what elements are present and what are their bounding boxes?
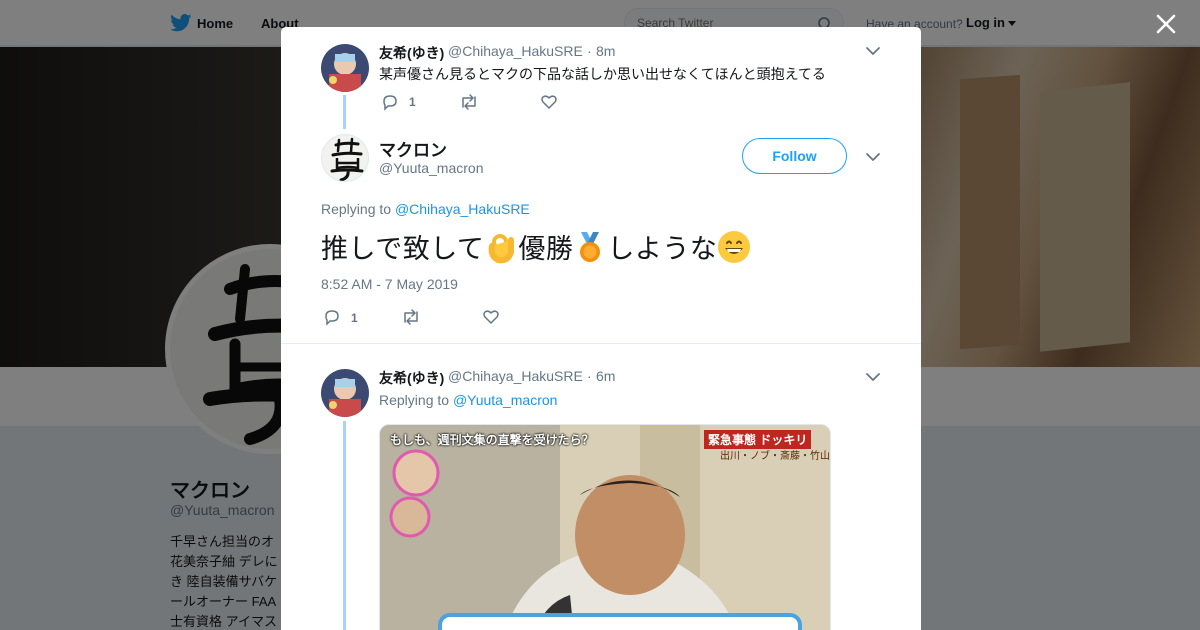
tweet-time[interactable]: 8m — [596, 43, 615, 59]
tweet-author-handle[interactable]: @Chihaya_HakuSRE — [448, 368, 583, 384]
thread-connector — [343, 421, 346, 630]
avatar[interactable] — [321, 134, 369, 182]
tweet-author-handle[interactable]: @Yuuta_macron — [379, 160, 484, 176]
tweet-text: 某声優さん見るとマクの下品な話しか思い出せなくてほんと頭抱えてる — [379, 66, 826, 82]
tweet-text-segment: しような — [607, 234, 718, 264]
replying-to-label: Replying to — [379, 392, 450, 408]
reply-count: 1 — [351, 311, 358, 325]
avatar[interactable] — [321, 369, 369, 417]
replying-to-link[interactable]: @Chihaya_HakuSRE — [395, 201, 530, 217]
tweet-media-image[interactable]: もしも、週刊文集の直撃を受けたら？ 緊急事態 ドッキリ 出川・ノブ・斎藤・竹山 — [379, 424, 831, 630]
replying-to-link[interactable]: @Yuuta_macron — [453, 392, 558, 408]
replying-to-line: Replying to @Chihaya_HakuSRE — [321, 201, 530, 217]
medal-emoji-icon — [580, 232, 601, 262]
user-avatar-image — [321, 44, 369, 92]
close-icon[interactable] — [1152, 10, 1180, 38]
avatar[interactable] — [321, 44, 369, 92]
tweet-author-name[interactable]: 友希(ゆき) — [379, 368, 444, 388]
retweet-icon[interactable] — [401, 308, 421, 326]
ok-hand-emoji-icon — [489, 234, 515, 264]
grinning-face-emoji-icon — [718, 231, 751, 263]
separator-dot: · — [587, 368, 592, 384]
retweet-icon[interactable] — [459, 93, 479, 111]
tweet-author-name[interactable]: マクロン — [379, 136, 447, 161]
calligraphy-avatar-image — [330, 137, 364, 181]
like-icon[interactable] — [482, 308, 500, 326]
chevron-down-icon[interactable] — [865, 151, 881, 163]
chevron-down-icon[interactable] — [865, 45, 881, 57]
tweet-time[interactable]: 6m — [596, 368, 615, 384]
reply-icon[interactable] — [323, 308, 341, 326]
thread-connector — [343, 95, 346, 129]
media-caption: もしも、週刊文集の直撃を受けたら？ — [390, 433, 594, 447]
like-icon[interactable] — [540, 93, 558, 111]
tweet-author-name[interactable]: 友希(ゆき) — [379, 43, 444, 63]
tweet-permalink-modal: 友希(ゆき) @Chihaya_HakuSRE · 8m 某声優さん見るとマクの… — [281, 27, 921, 630]
reply-icon[interactable] — [381, 93, 399, 111]
reply-count: 1 — [409, 95, 416, 109]
chevron-down-icon[interactable] — [865, 371, 881, 383]
media-names: 出川・ノブ・斎藤・竹山 — [720, 451, 830, 462]
user-avatar-image — [321, 369, 369, 417]
tweet-timestamp[interactable]: 8:52 AM - 7 May 2019 — [321, 276, 458, 292]
tweet-text-segment: 推しで致して — [321, 234, 485, 264]
divider — [281, 343, 921, 344]
separator-dot: · — [587, 43, 592, 59]
tweet-author-handle[interactable]: @Chihaya_HakuSRE — [448, 43, 583, 59]
replying-to-line: Replying to @Yuuta_macron — [379, 392, 557, 408]
replying-to-label: Replying to — [321, 201, 392, 217]
tweet-text: 推しで致して 優勝 しような — [321, 227, 751, 266]
follow-button[interactable]: Follow — [742, 138, 847, 174]
tweet-text-segment: 優勝 — [518, 234, 574, 264]
